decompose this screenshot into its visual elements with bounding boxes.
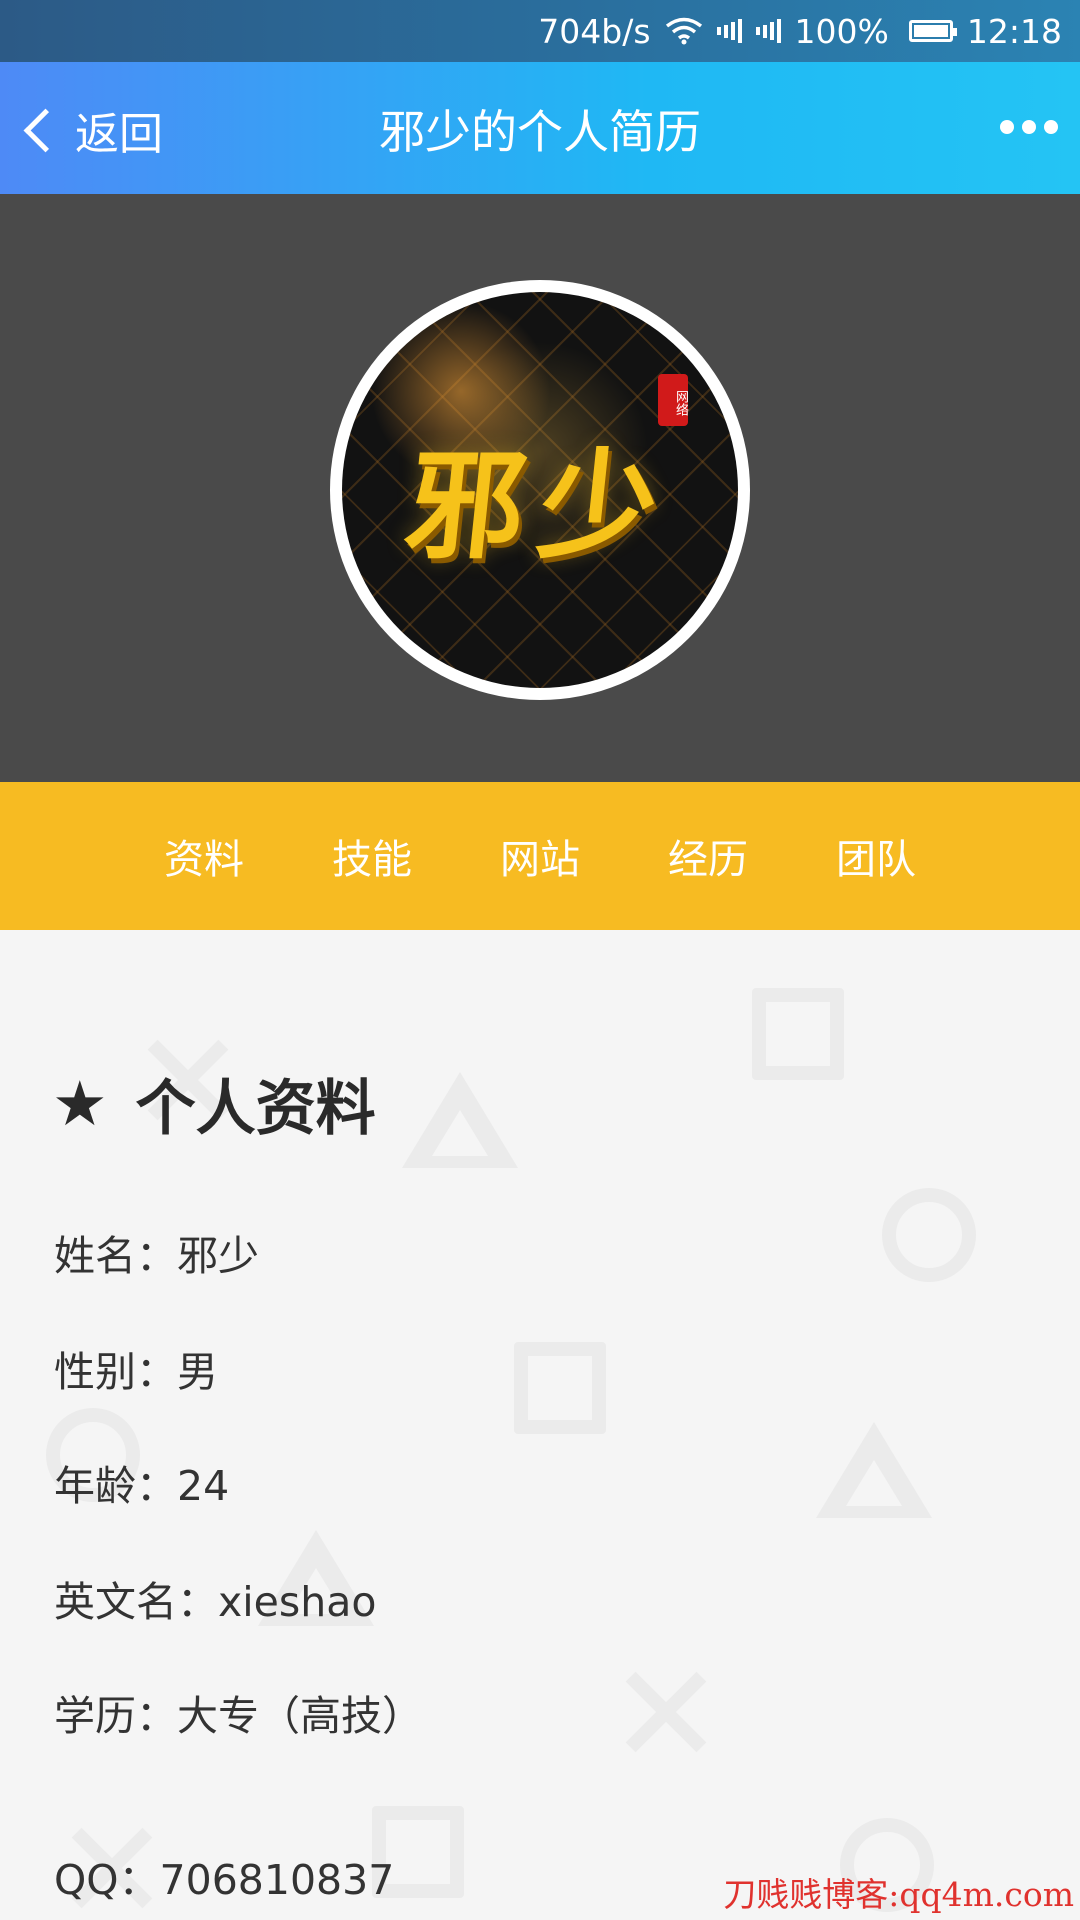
- watermark-text: 刀贱贱博客:qq4m.com: [723, 1875, 1074, 1914]
- info-age: 年龄：24: [54, 1462, 230, 1510]
- more-menu-icon[interactable]: [1000, 120, 1058, 134]
- circle-decoration: [882, 1188, 976, 1282]
- signal-icon-2: [755, 19, 781, 43]
- page-title: 邪少的个人简历: [379, 105, 701, 159]
- avatar-logo-text: 邪少: [399, 437, 679, 575]
- info-gender: 性别：男: [54, 1348, 218, 1396]
- info-english-name: 英文名：xieshao: [54, 1578, 377, 1626]
- avatar-image: 邪少 网络: [342, 292, 738, 688]
- navigation-bar: 返回 邪少的个人简历: [0, 62, 1080, 194]
- info-qq: QQ：706810837: [54, 1856, 395, 1904]
- square-decoration: [514, 1342, 606, 1434]
- tab-team[interactable]: 团队: [792, 827, 960, 885]
- profile-header: 邪少 网络: [0, 194, 1080, 782]
- battery-percent: 100%: [794, 11, 889, 51]
- info-education: 学历：大专（高技）: [54, 1692, 423, 1740]
- section-title-label: 个人资料: [135, 1074, 376, 1144]
- tab-skills[interactable]: 技能: [288, 827, 456, 885]
- triangle-decoration: [816, 1422, 932, 1518]
- triangle-decoration: [402, 1072, 518, 1168]
- battery-icon: [903, 20, 957, 42]
- tab-bar: 资料 技能 网站 经历 团队: [0, 782, 1080, 930]
- clock: 12:18: [966, 11, 1062, 51]
- tab-profile[interactable]: 资料: [120, 827, 288, 885]
- avatar: 邪少 网络: [330, 280, 750, 700]
- wifi-icon: [665, 17, 703, 45]
- status-bar: 704b/s 100% 12:18: [0, 0, 1080, 62]
- info-name: 姓名：邪少: [54, 1232, 259, 1280]
- square-decoration: [752, 988, 844, 1080]
- network-speed: 704b/s: [538, 11, 651, 51]
- avatar-seal: 网络: [658, 374, 688, 426]
- tab-websites[interactable]: 网站: [456, 827, 624, 885]
- content-area: ★ 个人资料 姓名：邪少 性别：男 年龄：24 英文名：xieshao 学历：大…: [0, 930, 1080, 1920]
- cross-decoration: [616, 1662, 716, 1762]
- section-heading: ★ 个人资料: [52, 1060, 376, 1147]
- signal-icon-1: [716, 19, 742, 43]
- tab-experience[interactable]: 经历: [624, 827, 792, 885]
- star-icon: ★: [52, 1067, 108, 1140]
